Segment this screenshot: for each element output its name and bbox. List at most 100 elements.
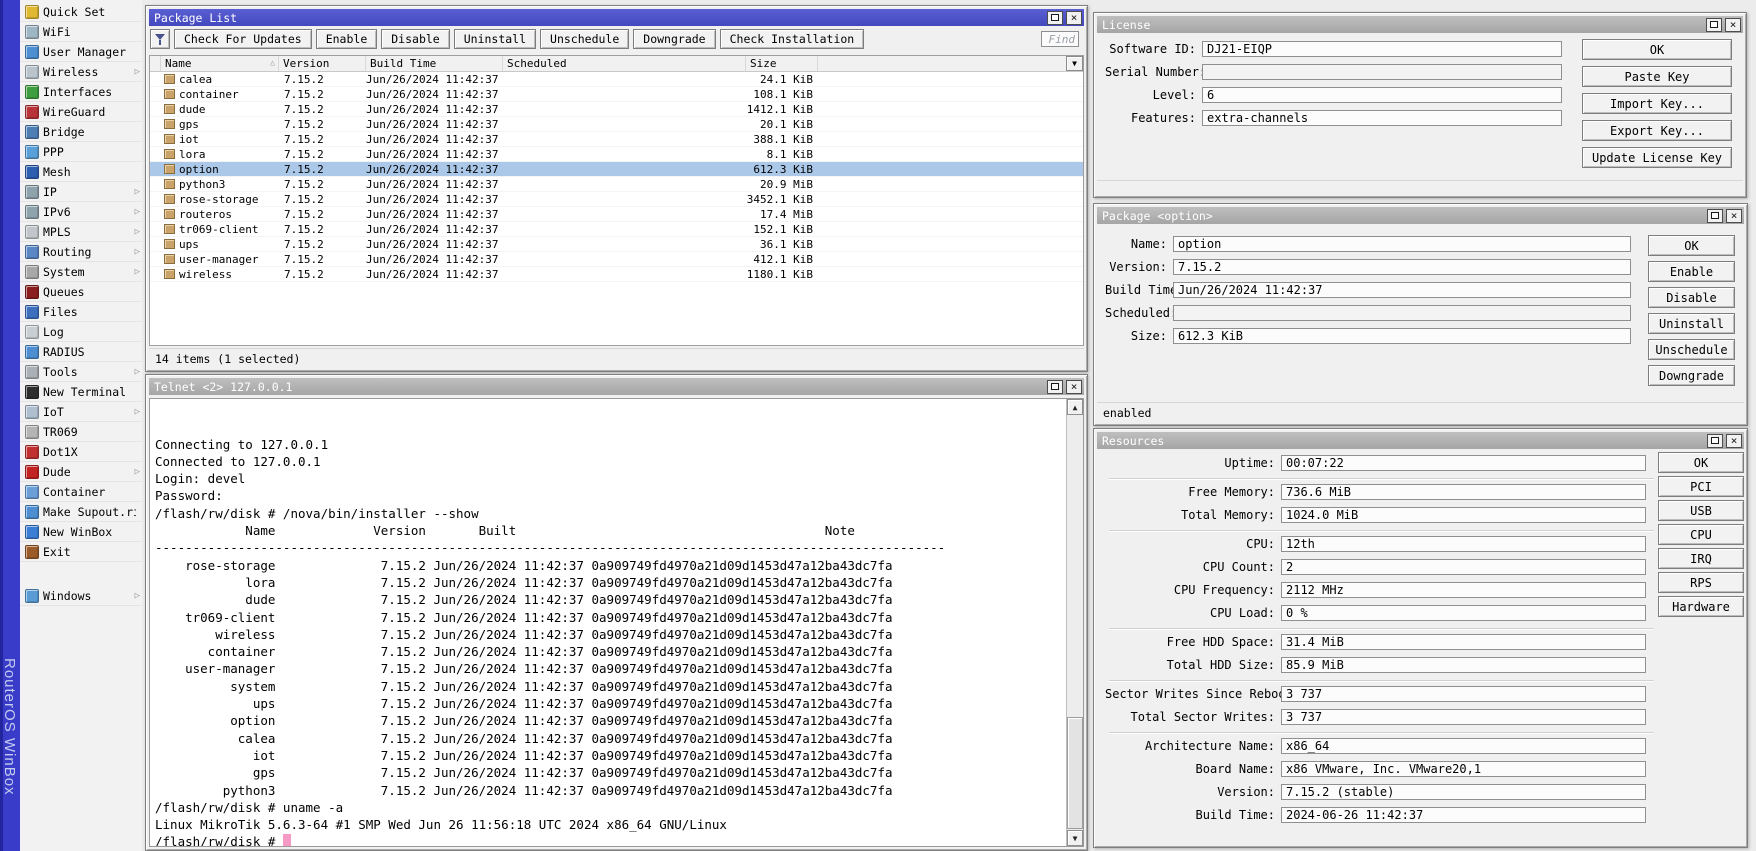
table-row[interactable]: wireless 7.15.2 Jun/26/2024 11:42:37 118… [150, 267, 1083, 282]
field-value[interactable]: 2112 MHz [1281, 582, 1646, 598]
field-value[interactable]: 1024.0 MiB [1281, 507, 1646, 523]
terminal[interactable]: Connecting to 127.0.0.1 Connected to 127… [149, 398, 1084, 847]
sidebar-item[interactable]: Bridge [20, 122, 142, 142]
sidebar-item[interactable]: Make Supout.rif [20, 502, 142, 522]
license-button[interactable]: Update License Key [1582, 147, 1732, 168]
filter-button[interactable] [150, 29, 170, 49]
maximize-button[interactable] [1707, 209, 1723, 223]
field-value[interactable]: 6 [1202, 87, 1562, 103]
field-value[interactable]: 31.4 MiB [1281, 634, 1646, 650]
toolbar-button[interactable]: Disable [381, 29, 449, 49]
field-value[interactable]: 12th [1281, 536, 1646, 552]
maximize-button[interactable] [1047, 11, 1063, 25]
column-header-build-time[interactable]: Build Time [366, 56, 503, 71]
field-value[interactable]: 85.9 MiB [1281, 657, 1646, 673]
close-button[interactable]: × [1726, 209, 1742, 223]
sidebar-item[interactable]: PPP [20, 142, 142, 162]
close-button[interactable]: × [1726, 434, 1742, 448]
scroll-down-button[interactable]: ▼ [1067, 830, 1083, 846]
field-value[interactable]: 7.15.2 (stable) [1281, 784, 1646, 800]
license-titlebar[interactable]: License × [1097, 16, 1743, 33]
sidebar-item[interactable]: WireGuard [20, 102, 142, 122]
field-value[interactable]: 2 [1281, 559, 1646, 575]
field-value[interactable] [1173, 305, 1631, 321]
field-value[interactable]: 3 737 [1281, 709, 1646, 725]
column-header-size[interactable]: Size [746, 56, 818, 71]
license-button[interactable]: OK [1582, 39, 1732, 60]
license-button[interactable]: Paste Key [1582, 66, 1732, 87]
sidebar-item[interactable]: System ▷ [20, 262, 142, 282]
sidebar-item[interactable]: Exit [20, 542, 142, 562]
toolbar-button[interactable]: Downgrade [633, 29, 715, 49]
sidebar-item[interactable]: New WinBox [20, 522, 142, 542]
sidebar-item[interactable]: Routing ▷ [20, 242, 142, 262]
telnet-titlebar[interactable]: Telnet <2> 127.0.0.1 × [149, 378, 1084, 395]
toolbar-button[interactable]: Unschedule [540, 29, 629, 49]
sidebar-item[interactable]: Interfaces [20, 82, 142, 102]
package-action-button[interactable]: Disable [1648, 287, 1735, 308]
field-value[interactable]: x86 VMware, Inc. VMware20,1 [1281, 761, 1646, 777]
field-value[interactable]: 7.15.2 [1173, 259, 1631, 275]
sidebar-item[interactable]: IP ▷ [20, 182, 142, 202]
sidebar-item[interactable]: User Manager [20, 42, 142, 62]
resources-button[interactable]: OK [1658, 452, 1744, 473]
field-value[interactable]: 0 % [1281, 605, 1646, 621]
package-action-button[interactable]: Enable [1648, 261, 1735, 282]
sidebar-item[interactable]: Quick Set [20, 2, 142, 22]
table-row[interactable]: tr069-client 7.15.2 Jun/26/2024 11:42:37… [150, 222, 1083, 237]
table-row[interactable]: user-manager 7.15.2 Jun/26/2024 11:42:37… [150, 252, 1083, 267]
table-row[interactable]: container 7.15.2 Jun/26/2024 11:42:37 10… [150, 87, 1083, 102]
column-header-scheduled[interactable]: Scheduled [503, 56, 746, 71]
sidebar-item[interactable]: Dude ▷ [20, 462, 142, 482]
terminal-scrollbar[interactable]: ▲ ▼ [1066, 399, 1083, 846]
package-action-button[interactable]: Unschedule [1648, 339, 1735, 360]
sidebar-item[interactable]: Dot1X [20, 442, 142, 462]
close-button[interactable]: × [1725, 18, 1741, 32]
sidebar-item[interactable]: TR069 [20, 422, 142, 442]
field-value[interactable]: option [1173, 236, 1631, 252]
resources-button[interactable]: IRQ [1658, 548, 1744, 569]
package-action-button[interactable]: Uninstall [1648, 313, 1735, 334]
sidebar-item[interactable]: Files [20, 302, 142, 322]
maximize-button[interactable] [1706, 18, 1722, 32]
table-row[interactable]: calea 7.15.2 Jun/26/2024 11:42:37 24.1 K… [150, 72, 1083, 87]
license-button[interactable]: Export Key... [1582, 120, 1732, 141]
close-button[interactable]: × [1066, 11, 1082, 25]
resources-button[interactable]: CPU [1658, 524, 1744, 545]
sidebar-item-windows[interactable]: Windows ▷ [20, 586, 142, 606]
toolbar-button[interactable]: Check Installation [720, 29, 865, 49]
resources-button[interactable]: RPS [1658, 572, 1744, 593]
toolbar-button[interactable]: Uninstall [454, 29, 536, 49]
sidebar-item[interactable]: Queues [20, 282, 142, 302]
field-value[interactable]: DJ21-EIQP [1202, 41, 1562, 57]
sidebar-item[interactable]: Tools ▷ [20, 362, 142, 382]
scroll-up-button[interactable]: ▲ [1067, 399, 1083, 415]
sidebar-item[interactable]: IPv6 ▷ [20, 202, 142, 222]
table-row[interactable]: dude 7.15.2 Jun/26/2024 11:42:37 1412.1 … [150, 102, 1083, 117]
sidebar-item[interactable]: IoT ▷ [20, 402, 142, 422]
sidebar-item[interactable]: Log [20, 322, 142, 342]
sidebar-item[interactable]: RADIUS [20, 342, 142, 362]
table-row[interactable]: rose-storage 7.15.2 Jun/26/2024 11:42:37… [150, 192, 1083, 207]
resources-button[interactable]: Hardware [1658, 596, 1744, 617]
sidebar-item[interactable]: Mesh [20, 162, 142, 182]
sidebar-item[interactable]: Container [20, 482, 142, 502]
toolbar-button[interactable]: Check For Updates [174, 29, 312, 49]
license-button[interactable]: Import Key... [1582, 93, 1732, 114]
table-row[interactable]: python3 7.15.2 Jun/26/2024 11:42:37 20.9… [150, 177, 1083, 192]
table-row[interactable]: option 7.15.2 Jun/26/2024 11:42:37 612.3… [150, 162, 1083, 177]
field-value[interactable]: 3 737 [1281, 686, 1646, 702]
field-value[interactable] [1202, 64, 1562, 80]
field-value[interactable]: Jun/26/2024 11:42:37 [1173, 282, 1631, 298]
sidebar-item[interactable]: New Terminal [20, 382, 142, 402]
column-header-name[interactable]: Name△ [161, 56, 279, 71]
table-row[interactable]: gps 7.15.2 Jun/26/2024 11:42:37 20.1 KiB [150, 117, 1083, 132]
resources-button[interactable]: PCI [1658, 476, 1744, 497]
table-row[interactable]: iot 7.15.2 Jun/26/2024 11:42:37 388.1 Ki… [150, 132, 1083, 147]
sidebar-item[interactable]: Wireless ▷ [20, 62, 142, 82]
scrollbar-thumb[interactable] [1067, 717, 1083, 829]
table-row[interactable]: lora 7.15.2 Jun/26/2024 11:42:37 8.1 KiB [150, 147, 1083, 162]
package-option-titlebar[interactable]: Package <option> × [1097, 207, 1744, 224]
sidebar-item[interactable]: MPLS ▷ [20, 222, 142, 242]
field-value[interactable]: 736.6 MiB [1281, 484, 1646, 500]
